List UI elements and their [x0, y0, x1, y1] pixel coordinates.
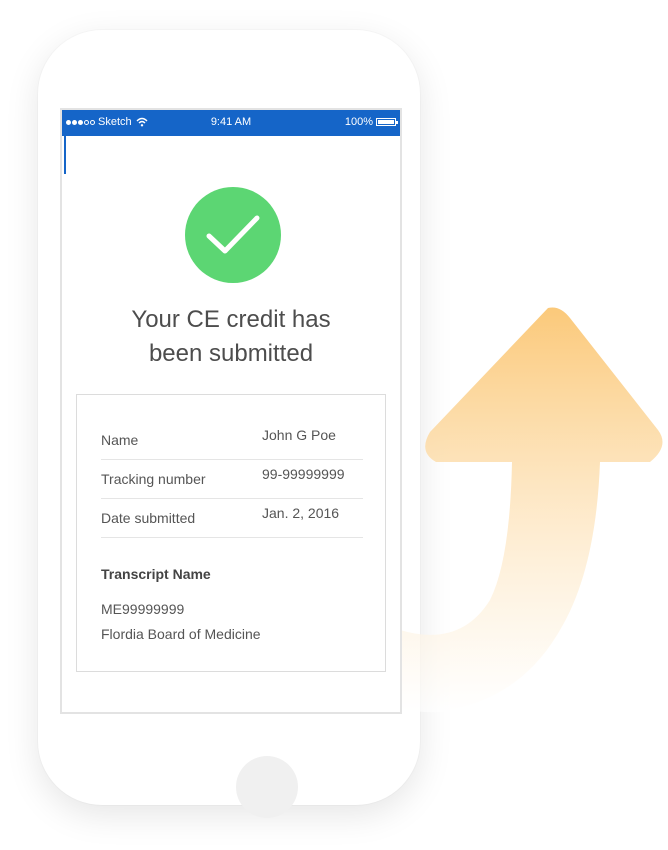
detail-row-tracking: Tracking number 99-99999999: [101, 459, 363, 499]
transcript-title: Transcript Name: [101, 566, 211, 582]
detail-value: 99-99999999: [262, 466, 345, 482]
submission-details-card: Name John G Poe Tracking number 99-99999…: [76, 394, 386, 672]
phone-screen: Sketch 9:41 AM 100% Your CE credit has b…: [60, 108, 402, 714]
detail-value: Jan. 2, 2016: [262, 505, 340, 521]
home-button[interactable]: [236, 756, 298, 818]
detail-label: Name: [101, 432, 139, 448]
transcript-id: ME99999999: [101, 601, 185, 617]
detail-row-name: Name John G Poe: [101, 420, 363, 460]
transcript-board: Flordia Board of Medicine: [101, 626, 261, 642]
battery-percent: 100%: [344, 116, 373, 128]
detail-value: John G Poe: [262, 427, 336, 443]
headline-line-1: Your CE credit has: [131, 306, 331, 333]
confirmation-headline: Your CE credit has been submitted: [62, 303, 400, 371]
checkmark-icon: [206, 215, 260, 254]
status-bar: Sketch 9:41 AM 100%: [62, 110, 400, 136]
battery-icon: [376, 118, 398, 126]
detail-label: Tracking number: [101, 471, 206, 487]
content-edge: [64, 136, 66, 174]
headline-line-2: been submitted: [148, 340, 314, 367]
detail-row-date: Date submitted Jan. 2, 2016: [101, 498, 363, 538]
success-badge: [185, 187, 281, 283]
status-right: 100%: [344, 116, 398, 128]
detail-label: Date submitted: [101, 510, 196, 526]
